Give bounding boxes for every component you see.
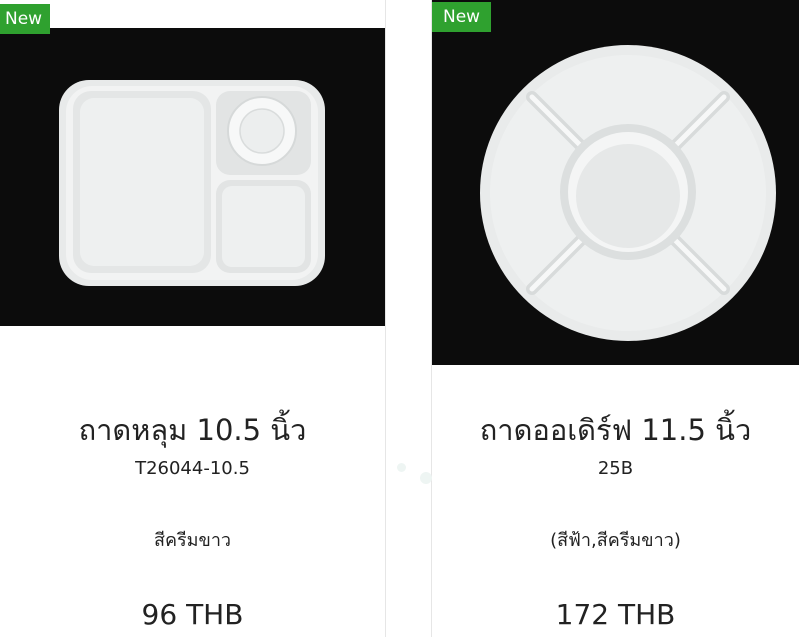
new-badge: New [432, 2, 492, 32]
round-platter-image [432, 0, 799, 365]
card-divider [385, 0, 386, 637]
product-color-option: (สีฟ้า,สีครีมขาว) [550, 530, 681, 551]
product-price: 172 THB [555, 598, 676, 631]
product-color-option: สีครีมขาว [153, 530, 232, 551]
product-card[interactable]: New ถาดหลุม 10.5 นิ้ว T26044-10.5 สีครีม… [0, 0, 385, 637]
product-card[interactable]: New ถาดออเดิร์ฟ 11.5 นิ้ว 25B (สีฟ้า,สีค… [432, 0, 799, 637]
product-image[interactable] [0, 28, 385, 326]
product-price: 96 THB [141, 598, 244, 631]
product-name[interactable]: ถาดออเดิร์ฟ 11.5 นิ้ว [432, 407, 799, 453]
product-sku: T26044-10.5 [135, 458, 250, 479]
decorative-dot [420, 472, 432, 484]
new-badge: New [0, 4, 51, 34]
product-name[interactable]: ถาดหลุม 10.5 นิ้ว [0, 407, 385, 453]
compartment-tray-image [0, 28, 385, 326]
decorative-dot [397, 463, 406, 472]
product-sku: 25B [597, 458, 634, 479]
product-image[interactable] [432, 0, 799, 365]
